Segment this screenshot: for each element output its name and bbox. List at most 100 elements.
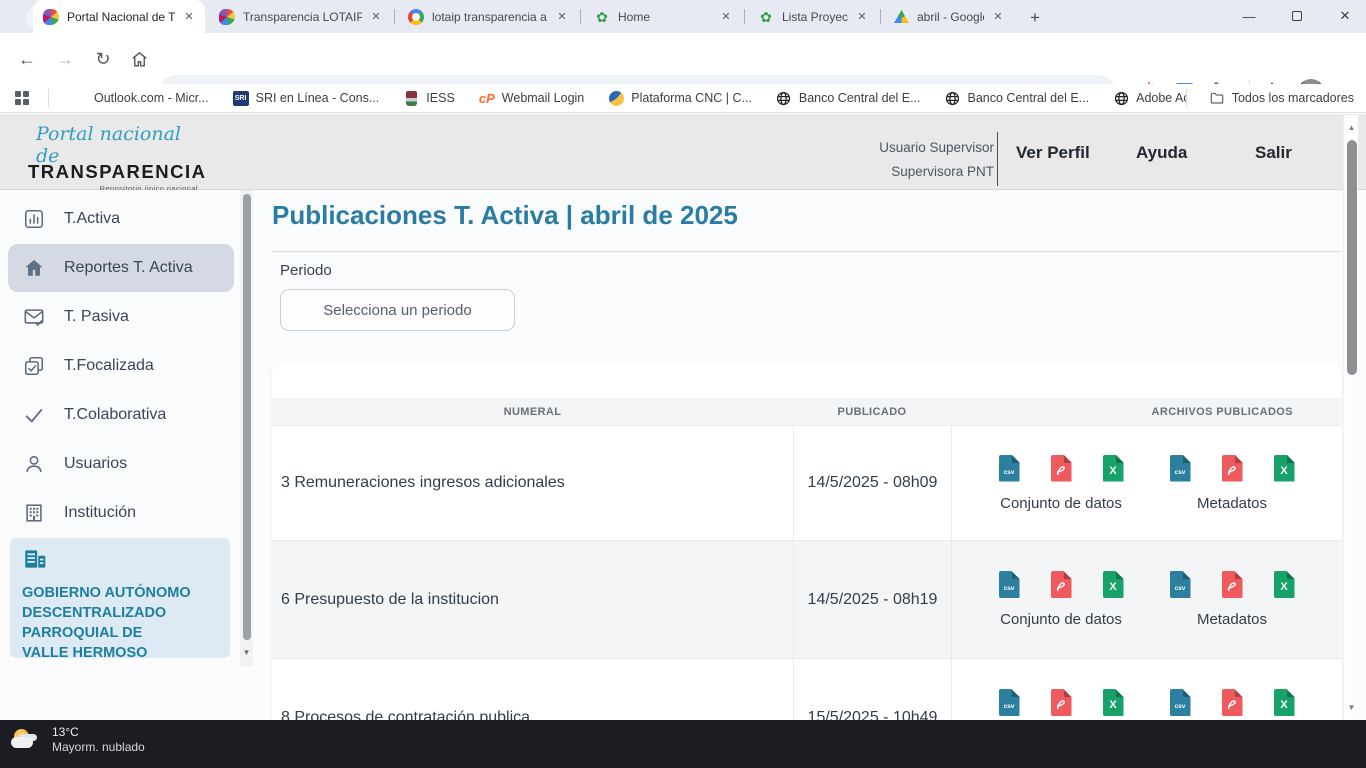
column-header-numeral: NUMERAL [272,398,793,425]
weather-desc: Mayorm. nublado [52,740,145,755]
institution-card[interactable]: GOBIERNO AUTÓNOMO DESCENTRALIZADO PARROQ… [10,538,230,658]
apps-grid-icon[interactable] [14,90,30,106]
page-title: Publicaciones T. Activa | abril de 2025 [272,200,738,231]
sidebar-item-t-pasiva[interactable]: T. Pasiva [8,293,234,341]
globe-icon [945,90,961,106]
tab-portal-nacional[interactable]: Portal Nacional de Tra ✕ [33,0,205,33]
dataset-label: Conjunto de datos [1000,495,1122,512]
excel-file-icon[interactable]: X [1103,455,1124,482]
tab-close-icon[interactable]: ✕ [368,9,384,25]
home-button[interactable] [126,46,152,72]
pdf-file-icon[interactable] [1222,689,1243,716]
sidebar-item-reportes-t-activa[interactable]: Reportes T. Activa [8,244,234,292]
csv-file-icon[interactable]: csv [999,455,1020,482]
copy-check-icon [22,354,46,378]
metadata-file-group: csv X Metadatos [1170,571,1295,628]
scroll-down-arrow-icon[interactable]: ▼ [1344,703,1359,712]
excel-file-icon[interactable]: X [1274,689,1295,716]
pdf-file-icon[interactable] [1051,571,1072,598]
table-header-row: NUMERAL PUBLICADO ARCHIVOS PUBLICADOS [272,398,1341,426]
site-header: Portal nacional de TRANSPARENCIA Reposit… [0,114,1366,190]
csv-file-icon[interactable]: csv [1170,455,1191,482]
bookmarks-divider [48,89,49,107]
pdf-file-icon[interactable] [1222,571,1243,598]
bookmark-iess[interactable]: IESS [403,90,455,106]
scroll-up-arrow-icon[interactable]: ▲ [1344,123,1359,132]
sidebar-scrollbar-thumb[interactable] [243,194,251,640]
bookmarks-divider [1186,89,1187,107]
all-bookmarks[interactable]: Todos los marcadores [1186,84,1354,112]
window-minimize-button[interactable]: — [1232,0,1266,32]
user-icon [22,452,46,476]
forward-button[interactable]: → [52,46,78,72]
folder-icon [1209,90,1225,106]
sidebar-item-t-activa[interactable]: T.Activa [8,195,234,243]
tab-close-icon[interactable]: ✕ [854,9,870,25]
archivos-cell: csv X Conjunto de datos csv [951,659,1341,720]
ecuador-map-favicon-icon [43,9,59,25]
microsoft-icon [71,90,87,106]
help-link[interactable]: Ayuda [1136,143,1187,163]
institution-name: GOBIERNO AUTÓNOMO DESCENTRALIZADO PARROQ… [22,583,230,663]
excel-file-icon[interactable]: X [1103,571,1124,598]
tab-close-icon[interactable]: ✕ [181,9,197,25]
bookmark-banco-central-2[interactable]: Banco Central del E... [945,90,1090,106]
pdf-file-icon[interactable] [1051,455,1072,482]
bookmark-outlook[interactable]: Outlook.com - Micr... [71,90,209,106]
weather-icon [10,727,40,753]
bookmark-webmail[interactable]: cP Webmail Login [479,90,584,106]
sidebar-scrollbar[interactable]: ▼ [240,190,253,666]
weather-widget[interactable]: 13°C Mayorm. nublado [10,725,145,755]
excel-file-icon[interactable]: X [1274,455,1295,482]
sidebar-item-institucion[interactable]: Institución [8,489,234,537]
pdf-file-icon[interactable] [1051,689,1072,716]
window-maximize-button[interactable] [1280,0,1314,32]
google-drive-favicon-icon [894,10,909,23]
sidebar-item-t-focalizada[interactable]: T.Focalizada [8,342,234,390]
sidebar-item-usuarios[interactable]: Usuarios [8,440,234,488]
table-row: 6 Presupuesto de la institucion 14/5/202… [272,541,1341,659]
tab-google-drive[interactable]: abril - Google Drive ✕ [884,0,1014,33]
new-tab-button[interactable]: + [1022,5,1048,31]
tab-lotaip-search[interactable]: lotaip transparencia a ✕ [398,0,578,33]
csv-file-icon[interactable]: csv [999,689,1020,716]
tab-close-icon[interactable]: ✕ [718,9,734,25]
period-select[interactable]: Selecciona un periodo [280,289,515,331]
tab-separator [744,9,745,24]
bookmark-cnc[interactable]: Plataforma CNC | C... [608,90,752,106]
bookmark-banco-central-1[interactable]: Banco Central del E... [776,90,921,106]
tab-close-icon[interactable]: ✕ [554,9,570,25]
page-scrollbar-thumb[interactable] [1347,140,1357,375]
pdf-file-icon[interactable] [1222,455,1243,482]
dataset-file-group: csv X Conjunto de datos [999,689,1124,720]
tab-transparencia-lotaip[interactable]: Transparencia LOTAIP ✕ [209,0,392,33]
page-scrollbar[interactable]: ▲ ▼ [1343,115,1358,720]
csv-file-icon[interactable]: csv [1170,571,1191,598]
globe-icon [776,90,792,106]
sri-icon: SRI [233,90,249,106]
window-close-button[interactable]: ✕ [1328,0,1362,32]
scroll-down-arrow-icon[interactable]: ▼ [240,648,253,657]
csv-file-icon[interactable]: csv [1170,689,1191,716]
view-profile-link[interactable]: Ver Perfil [1016,143,1090,163]
excel-file-icon[interactable]: X [1274,571,1295,598]
tab-close-icon[interactable]: ✕ [990,9,1006,25]
logout-link[interactable]: Salir [1255,143,1292,163]
table-row: 8 Procesos de contratación publica 15/5/… [272,659,1341,720]
metadata-label: Metadatos [1197,495,1267,512]
tab-label: abril - Google Drive [917,10,984,24]
metadata-file-group: csv X Metadatos [1170,689,1295,720]
dataset-file-group: csv X Conjunto de datos [999,571,1124,628]
publicado-cell: 14/5/2025 - 08h19 [793,541,951,658]
tab-home[interactable]: ✿ Home ✕ [584,0,742,33]
back-button[interactable]: ← [14,46,40,72]
bookmark-sri[interactable]: SRI SRI en Línea - Cons... [233,90,380,106]
excel-file-icon[interactable]: X [1103,689,1124,716]
tab-lista-proyectos[interactable]: ✿ Lista Proyectos Repor ✕ [748,0,878,33]
sidebar-item-t-colaborativa[interactable]: T.Colaborativa [8,391,234,439]
archivos-cell: csv X Conjunto de datos csv [951,426,1341,540]
archivos-cell: csv X Conjunto de datos csv [951,541,1341,658]
home-icon [130,50,149,69]
reload-button[interactable]: ↻ [90,46,116,72]
csv-file-icon[interactable]: csv [999,571,1020,598]
